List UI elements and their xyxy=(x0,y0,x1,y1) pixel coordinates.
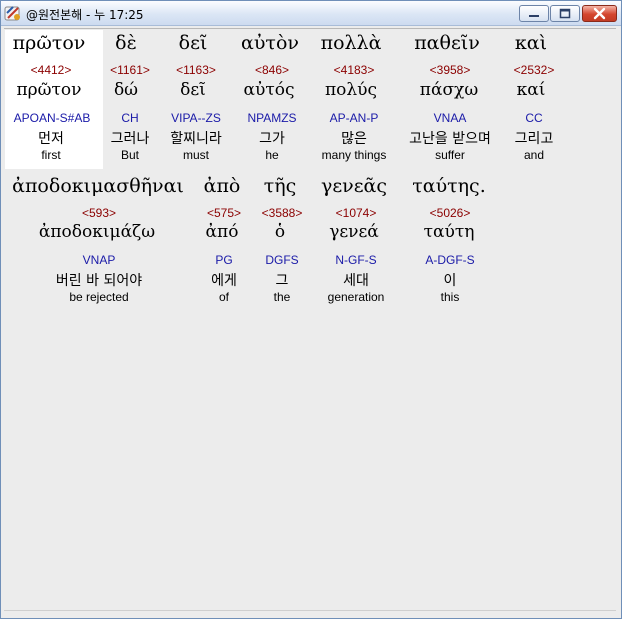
lemma: πρῶτον xyxy=(16,80,82,100)
korean-gloss: 그러나 xyxy=(110,131,150,147)
english-gloss: suffer xyxy=(435,148,465,162)
strongs-number[interactable]: <1163> xyxy=(176,63,216,77)
interlinear-view: πρῶτον <4412> πρῶτον APOAN-S#AB 먼저 first… xyxy=(4,28,616,611)
strongs-number[interactable]: <4183> xyxy=(334,63,375,77)
morph-code[interactable]: A-DGF-S xyxy=(425,253,474,267)
greek-word[interactable]: δεῖ xyxy=(179,32,208,54)
greek-word[interactable]: παθεῖν xyxy=(414,32,480,54)
korean-gloss: 할찌니라 xyxy=(170,131,222,147)
strongs-number[interactable]: <3958> xyxy=(430,63,471,77)
strongs-number[interactable]: <5026> xyxy=(430,206,471,220)
morph-code[interactable]: CH xyxy=(121,111,138,125)
morph-code[interactable]: VIPA--ZS xyxy=(171,111,221,125)
close-icon xyxy=(593,7,606,20)
app-icon xyxy=(4,6,20,21)
lemma: δώ xyxy=(113,80,139,100)
strongs-number[interactable]: <846> xyxy=(255,63,289,77)
lemma: πάσχω xyxy=(419,80,479,100)
maximize-icon xyxy=(559,8,571,19)
korean-gloss: 그 xyxy=(275,273,289,289)
english-gloss: first xyxy=(41,148,61,162)
morph-code[interactable]: AP-AN-P xyxy=(330,111,379,125)
lemma: καί xyxy=(516,80,546,100)
view-bottom-edge xyxy=(4,610,616,611)
maximize-button[interactable] xyxy=(550,5,580,22)
greek-word[interactable]: ταύτης. xyxy=(412,175,485,197)
korean-gloss: 많은 xyxy=(341,131,367,147)
lemma: αὐτός xyxy=(243,80,295,100)
greek-word[interactable]: πρῶτον xyxy=(13,32,86,54)
morph-code[interactable]: DGFS xyxy=(265,253,298,267)
strongs-number[interactable]: <2532> xyxy=(514,63,555,77)
lemma: ὁ xyxy=(274,222,286,242)
lemma: γενεά xyxy=(329,222,379,242)
english-gloss: he xyxy=(265,148,279,162)
korean-gloss: 에게 xyxy=(211,273,237,289)
english-gloss: must xyxy=(182,148,210,162)
strongs-number[interactable]: <575> xyxy=(207,206,241,220)
korean-gloss: 그리고 xyxy=(514,131,554,147)
english-gloss: and xyxy=(523,148,545,162)
greek-word[interactable]: ἀποδοκιμασθῆναι xyxy=(12,175,184,197)
english-gloss: But xyxy=(120,148,140,162)
morph-code[interactable]: NPAMZS xyxy=(247,111,296,125)
minimize-icon xyxy=(529,15,539,17)
window-title: @원전본해 - 누 17:25 xyxy=(26,8,144,22)
greek-word[interactable]: αὐτὸν xyxy=(241,32,299,54)
strongs-number[interactable]: <1161> xyxy=(110,63,150,77)
morph-code[interactable]: CC xyxy=(525,111,542,125)
english-gloss: this xyxy=(440,290,460,304)
close-button[interactable] xyxy=(582,5,617,22)
morph-code[interactable]: PG xyxy=(215,253,232,267)
morph-code[interactable]: VNAP xyxy=(83,253,116,267)
korean-gloss: 버린 바 되어야 xyxy=(55,273,143,289)
strongs-number[interactable]: <3588> xyxy=(262,206,303,220)
english-gloss: of xyxy=(218,290,230,304)
greek-word[interactable]: τῆς xyxy=(264,175,297,197)
strongs-number[interactable]: <1074> xyxy=(336,206,377,220)
morph-code[interactable]: N-GF-S xyxy=(335,253,376,267)
lemma: ἀπό xyxy=(205,222,239,242)
greek-word[interactable]: καὶ xyxy=(515,32,547,54)
korean-gloss: 이 xyxy=(443,273,457,289)
english-gloss: be rejected xyxy=(69,290,129,304)
strongs-number[interactable]: <593> xyxy=(82,206,116,220)
morph-code[interactable]: VNAA xyxy=(434,111,467,125)
english-gloss: the xyxy=(273,290,291,304)
lemma: ἀποδοκιμάζω xyxy=(38,222,156,242)
korean-gloss: 고난을 받으며 xyxy=(409,131,491,147)
greek-word[interactable]: ἀπὸ xyxy=(204,175,241,197)
title-bar[interactable]: @원전본해 - 누 17:25 xyxy=(1,1,621,26)
greek-word[interactable]: πολλὰ xyxy=(321,32,382,54)
korean-gloss: 먼저 xyxy=(38,131,64,147)
lemma: πολύς xyxy=(324,80,378,100)
greek-word[interactable]: δὲ xyxy=(115,32,137,54)
greek-word[interactable]: γενεᾶς xyxy=(321,175,387,197)
app-window: @원전본해 - 누 17:25 πρῶτον <4412> πρῶτον APO… xyxy=(0,0,622,619)
english-gloss: many things xyxy=(321,148,387,162)
strongs-number[interactable]: <4412> xyxy=(31,63,72,77)
korean-gloss: 그가 xyxy=(259,131,285,147)
minimize-button[interactable] xyxy=(519,5,549,22)
korean-gloss: 세대 xyxy=(343,273,369,289)
lemma: δεῖ xyxy=(180,80,206,100)
english-gloss: generation xyxy=(327,290,385,304)
lemma: ταύτη xyxy=(423,222,475,242)
morph-code[interactable]: APOAN-S#AB xyxy=(14,111,91,125)
